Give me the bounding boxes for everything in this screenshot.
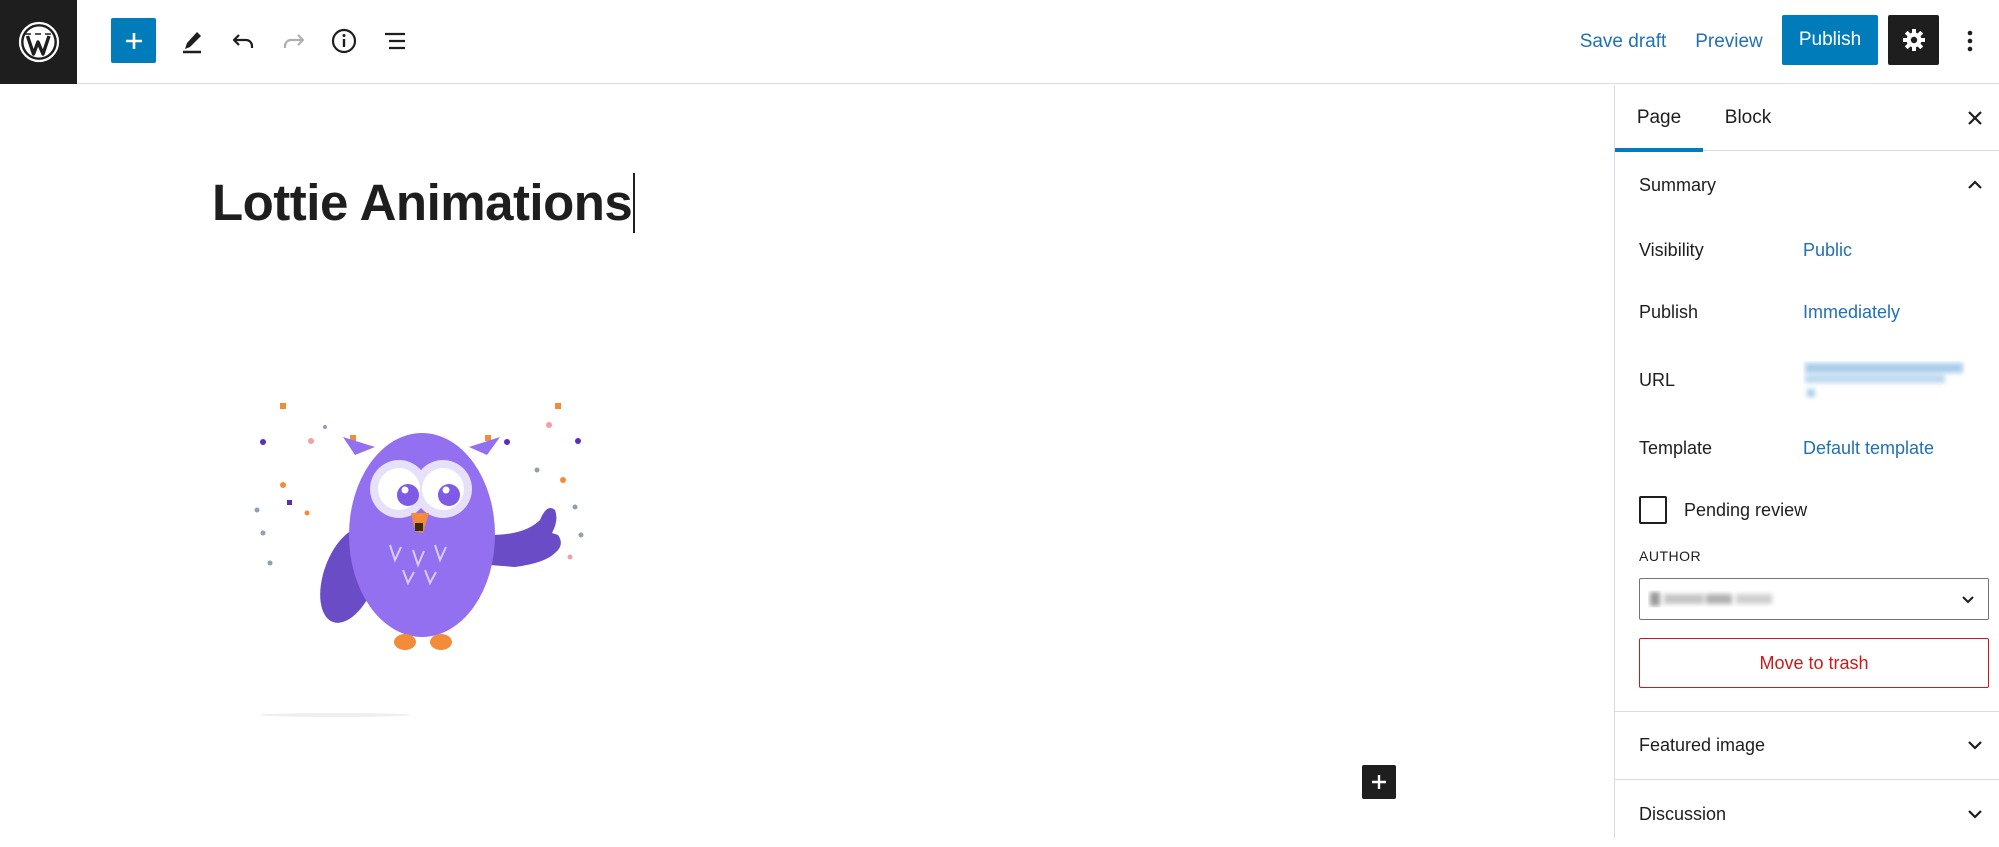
move-to-trash-button[interactable]: Move to trash [1639,638,1989,688]
author-select[interactable] [1639,578,1989,620]
chevron-up-icon [1955,165,1995,205]
block-inserter-toggle[interactable] [111,18,156,63]
featured-image-panel-toggle[interactable]: Featured image [1615,712,1999,778]
info-icon [331,28,357,54]
discussion-panel-title: Discussion [1639,803,1727,824]
details-button[interactable] [323,20,365,62]
publish-row: Publish Immediately [1639,297,1984,327]
url-label: URL [1639,370,1676,390]
post-title-text: Lottie Animations [212,174,633,231]
wordpress-logo-icon[interactable] [0,0,77,84]
chevron-down-icon [1955,794,1995,834]
summary-panel-title: Summary [1639,174,1717,195]
gear-icon [1902,29,1925,51]
author-name-redacted [1650,592,1772,606]
undo-button[interactable] [222,20,264,62]
discussion-panel-toggle[interactable]: Discussion [1615,781,1999,847]
plus-icon [125,32,142,49]
add-block-button[interactable] [1362,765,1396,799]
settings-sidebar: Page Block Summary Visibility Public Pub… [1614,85,1999,838]
chevron-down-icon [1956,587,1980,611]
visibility-label: Visibility [1639,240,1704,260]
tools-button[interactable] [171,20,213,62]
close-sidebar-button[interactable] [1955,98,1995,138]
publish-label: Publish [1639,302,1699,322]
save-draft-button[interactable]: Save draft [1573,27,1673,57]
settings-button[interactable] [1888,15,1939,65]
template-row: Template Default template [1639,433,1984,463]
redo-icon [283,34,305,48]
more-vertical-icon [1967,30,1973,52]
plus-icon [1372,775,1386,789]
visibility-value[interactable]: Public [1803,235,1852,265]
preview-button[interactable]: Preview [1687,27,1771,57]
editor-header: Save draft Preview Publish [0,0,1999,84]
url-value-redacted[interactable] [1803,361,1965,401]
pending-review-row: Pending review [1639,494,1984,526]
lottie-owl-animation[interactable] [225,385,605,765]
options-menu-button[interactable] [1955,20,1985,62]
publish-button[interactable]: Publish [1782,15,1878,65]
post-title[interactable]: Lottie Animations [212,172,636,237]
list-view-icon [385,32,405,50]
visibility-row: Visibility Public [1639,235,1984,265]
editor-canvas: Lottie Animations [0,85,1614,838]
pending-review-checkbox[interactable] [1639,496,1667,524]
sidebar-tabs: Page Block [1615,85,1999,152]
author-label: AUTHOR [1639,548,1702,564]
template-label: Template [1639,438,1713,458]
panel-divider [1615,779,1999,780]
undo-icon [232,34,254,48]
featured-image-panel-title: Featured image [1639,734,1766,755]
template-value[interactable]: Default template [1803,433,1934,463]
list-view-button[interactable] [374,20,416,62]
pencil-icon [183,32,201,54]
text-caret [633,172,636,233]
close-icon [1968,111,1982,125]
publish-date-value[interactable]: Immediately [1803,297,1900,327]
summary-panel-toggle[interactable]: Summary [1615,152,1999,218]
chevron-down-icon [1955,725,1995,765]
redo-button[interactable] [273,20,315,62]
tab-page[interactable]: Page [1615,85,1703,152]
tab-block[interactable]: Block [1703,85,1793,151]
pending-review-label: Pending review [1684,500,1808,520]
